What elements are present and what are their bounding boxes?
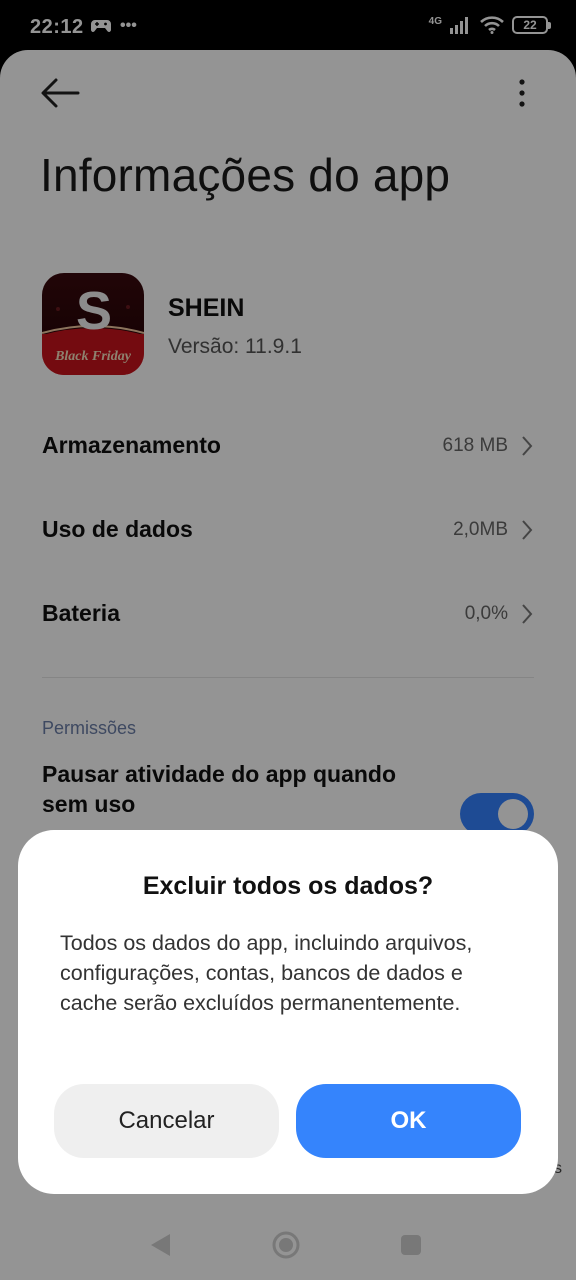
ok-button[interactable]: OK	[296, 1084, 521, 1158]
cancel-button[interactable]: Cancelar	[54, 1084, 279, 1158]
dialog-message: Todos os dados do app, incluindo arquivo…	[60, 931, 473, 1015]
dialog-title: Excluir todos os dados?	[142, 872, 434, 900]
clear-data-dialog: Excluir todos os dados? Todos os dados d…	[18, 830, 558, 1194]
